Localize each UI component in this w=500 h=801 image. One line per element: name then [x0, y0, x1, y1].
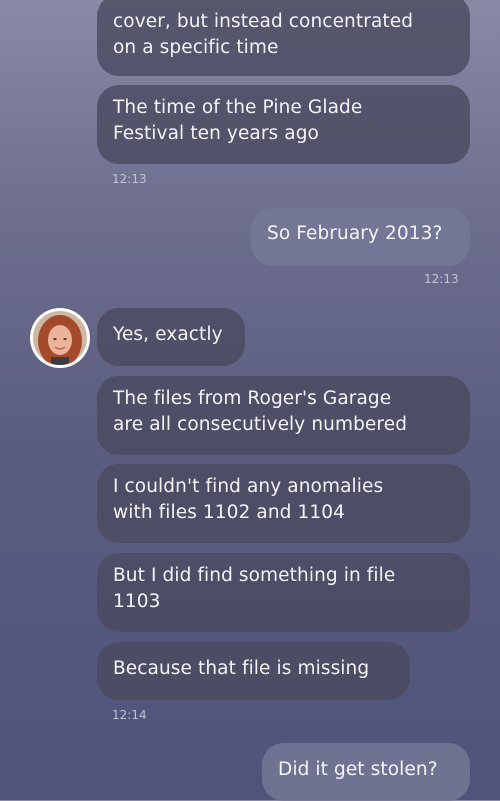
contact-avatar[interactable]	[30, 308, 90, 368]
incoming-message[interactable]: Because that file is missing	[97, 642, 410, 700]
outgoing-message[interactable]: So February 2013?	[251, 208, 470, 266]
incoming-message[interactable]: cover, but instead concentrated on a spe…	[97, 0, 470, 76]
message-timestamp: 12:14	[112, 708, 147, 722]
message-timestamp: 12:13	[424, 272, 459, 286]
outgoing-message[interactable]: Did it get stolen?	[262, 743, 470, 801]
incoming-message[interactable]: The files from Roger's Garage are all co…	[97, 376, 470, 455]
message-timestamp: 12:13	[112, 172, 147, 186]
contact-avatar-icon	[33, 311, 87, 365]
incoming-message[interactable]: I couldn't find any anomalies with files…	[97, 464, 470, 543]
incoming-message[interactable]: Yes, exactly	[97, 308, 245, 366]
incoming-message[interactable]: The time of the Pine Glade Festival ten …	[97, 85, 470, 164]
incoming-message[interactable]: But I did find something in file 1103	[97, 553, 470, 632]
